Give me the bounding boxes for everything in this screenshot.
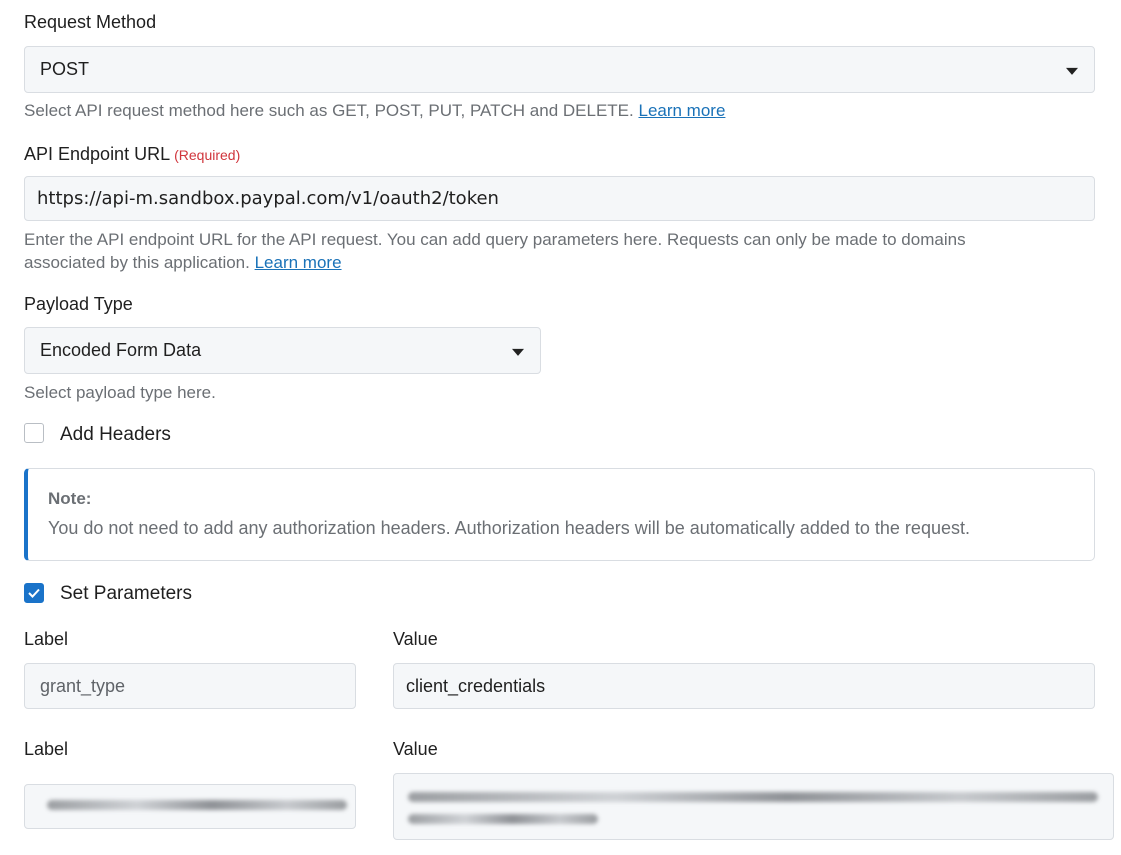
note-box: Note: You do not need to add any authori… [24,468,1095,561]
param-value-heading: Value [393,739,438,759]
redacted-blur [408,814,598,824]
required-badge: (Required) [174,147,241,163]
note-title: Note: [48,489,92,508]
param-value-value: client_credentials [406,675,546,696]
caret-down-icon [1066,67,1078,75]
param-label-value: grant_type [40,675,126,696]
request-method-label: Request Method [24,12,157,32]
set-parameters-label: Set Parameters [60,583,192,604]
payload-type-select[interactable]: Encoded Form Data [24,327,541,374]
param-value-input[interactable]: client_credentials [393,663,1095,709]
endpoint-label-text: API Endpoint URL [24,144,171,164]
request-method-help: Select API request method here such as G… [24,99,725,122]
payload-type-label: Payload Type [24,294,133,314]
endpoint-help-line2-row: associated by this application. Learn mo… [24,251,1094,274]
request-method-help-text: Select API request method here such as G… [24,101,634,120]
add-headers-checkbox[interactable] [24,423,44,443]
checkmark-icon [28,588,40,598]
param-value-heading: Value [393,629,438,649]
endpoint-url-value: https://api-m.sandbox.paypal.com/v1/oaut… [37,188,499,209]
payload-type-value: Encoded Form Data [40,340,202,360]
set-parameters-checkbox[interactable] [24,583,44,603]
endpoint-help-line1: Enter the API endpoint URL for the API r… [24,230,966,249]
endpoint-help: Enter the API endpoint URL for the API r… [24,228,1094,274]
redacted-blur [408,792,1098,802]
endpoint-learn-more-link[interactable]: Learn more [255,253,342,272]
add-headers-label: Add Headers [60,424,171,445]
request-method-select[interactable]: POST [24,46,1095,93]
endpoint-label: API Endpoint URL (Required) [24,144,240,165]
note-text: You do not need to add any authorization… [48,518,970,538]
request-method-learn-more-link[interactable]: Learn more [638,101,725,120]
param-label-heading: Label [24,629,69,649]
endpoint-url-input[interactable]: https://api-m.sandbox.paypal.com/v1/oaut… [24,176,1095,221]
payload-type-help: Select payload type here. [24,383,216,402]
param-value-input-redacted[interactable] [393,773,1114,840]
param-label-input[interactable]: grant_type [24,663,356,709]
param-label-input-redacted[interactable] [24,784,356,829]
request-method-value: POST [40,59,90,79]
caret-down-icon [512,348,524,356]
param-label-heading: Label [24,739,69,759]
endpoint-help-line2: associated by this application. [24,253,250,272]
redacted-blur [47,800,347,810]
